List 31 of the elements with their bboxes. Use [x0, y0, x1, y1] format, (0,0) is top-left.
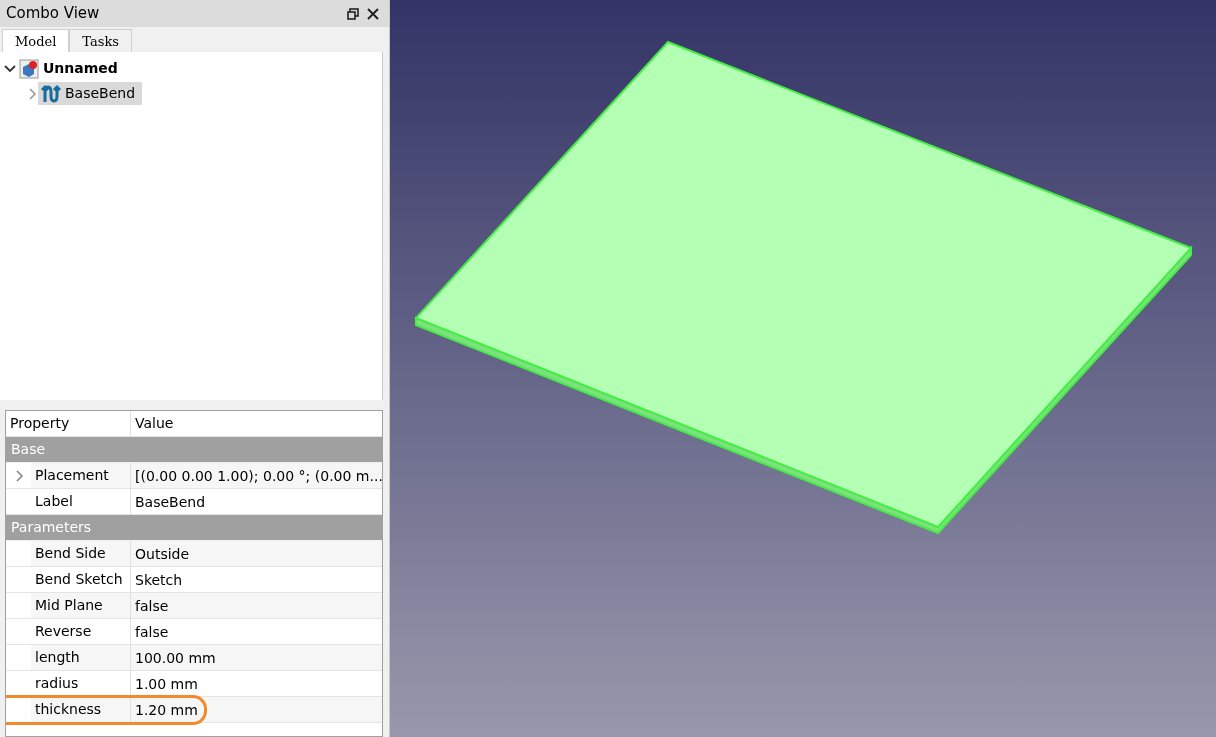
- property-name: length: [35, 648, 81, 667]
- property-value[interactable]: BaseBend: [131, 489, 382, 514]
- column-header[interactable]: Property: [6, 411, 131, 436]
- document-cube-icon: [19, 58, 39, 79]
- bend-icon: [41, 83, 61, 104]
- property-value[interactable]: 100.00 mm: [131, 645, 382, 670]
- property-value[interactable]: 1.20 mm: [131, 697, 382, 722]
- column-header[interactable]: Value: [131, 413, 382, 434]
- property-value[interactable]: [(0.00 0.00 1.00); 0.00 °; (0.00 m...: [131, 463, 382, 488]
- property-name: Bend Sketch: [35, 570, 124, 589]
- tab[interactable]: Model: [2, 29, 70, 52]
- property-name: Placement: [35, 466, 110, 485]
- tab[interactable]: Tasks: [69, 29, 132, 52]
- tree-item[interactable]: Unnamed: [16, 57, 125, 80]
- property-name: Label: [35, 492, 74, 511]
- property-name: Mid Plane: [35, 596, 104, 615]
- chevron-right-icon[interactable]: [26, 87, 38, 100]
- property-name: Bend Side: [35, 544, 107, 563]
- property-value[interactable]: Sketch: [131, 567, 382, 592]
- property-name: radius: [35, 674, 80, 693]
- float-icon: [347, 7, 359, 20]
- tree-item[interactable]: BaseBend: [38, 82, 143, 105]
- property-value[interactable]: Outside: [131, 541, 382, 566]
- property-value[interactable]: 1.00 mm: [131, 671, 382, 696]
- chevron-down-icon[interactable]: [4, 62, 16, 75]
- property-name: Reverse: [35, 622, 93, 641]
- property-value[interactable]: false: [131, 593, 382, 618]
- panel-title: Combo View: [6, 3, 101, 25]
- close-icon: [367, 7, 379, 20]
- property-name: thickness: [35, 700, 103, 719]
- property-value[interactable]: false: [131, 619, 382, 644]
